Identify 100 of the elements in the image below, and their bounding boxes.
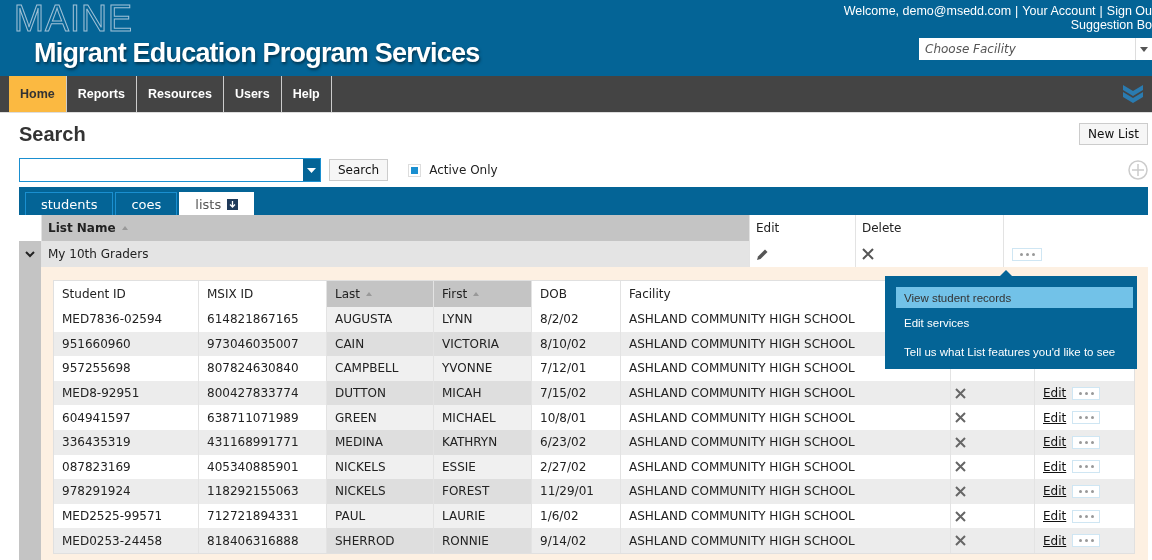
table-cell: ESSIE (433, 454, 531, 480)
table-cell-text: MED2525-99571 (61, 508, 164, 526)
column-header[interactable]: List Name (41, 215, 749, 241)
table-cell: KATHRYN (433, 429, 531, 455)
menu-item[interactable]: View student records (896, 287, 1133, 308)
table-cell: NICKELS (326, 479, 433, 504)
close-icon[interactable] (955, 535, 966, 547)
column-header: Delete (855, 215, 1003, 241)
table-cell: MEDINA (326, 429, 433, 455)
checkbox[interactable] (408, 163, 422, 177)
close-icon[interactable] (955, 387, 966, 399)
table-cell: SHERROD (326, 528, 433, 553)
table-cell: LYNN (433, 307, 531, 332)
edit-link[interactable]: Edit (1043, 386, 1067, 401)
table-cell: 9/14/02 (531, 528, 620, 553)
table-cell: ASHLAND COMMUNITY HIGH SCHOOL (620, 479, 950, 504)
table-cell: CAIN (326, 331, 433, 357)
table-cell: 11/29/01 (531, 479, 620, 504)
tab[interactable]: students (25, 192, 114, 215)
edit-link[interactable]: Edit (1043, 533, 1067, 548)
close-icon[interactable] (955, 510, 966, 522)
caret-icon (1140, 46, 1148, 52)
tab[interactable]: lists (179, 192, 255, 215)
more-button[interactable] (1072, 386, 1101, 400)
table-cell-text: 604941597 (61, 409, 132, 427)
table-cell: 431168991771 (198, 429, 326, 455)
page-title: Search (19, 122, 86, 146)
table-cell: CAMPBELL (326, 356, 433, 381)
close-icon[interactable] (955, 485, 966, 497)
nav-tab[interactable]: Reports (66, 76, 137, 112)
facility-field[interactable]: Choose Facility (919, 38, 1135, 60)
table-cell-text: 951660960 (61, 335, 132, 353)
search-button[interactable]: Search (329, 159, 389, 181)
separator-text: | (1099, 4, 1103, 18)
table-cell: NICKELS (326, 454, 433, 480)
table-cell: FOREST (433, 479, 531, 504)
table-cell: ASHLAND COMMUNITY HIGH SCHOOL (620, 429, 950, 455)
list-name-cell[interactable]: My 10th Graders (41, 241, 749, 267)
nav-tab[interactable]: Users (223, 76, 282, 112)
tab[interactable]: coes (115, 192, 178, 215)
table-cell: 807824630840 (198, 356, 326, 381)
table-cell-text: MED8-92951 (61, 385, 141, 403)
table-cell-text: MED7836-02594 (61, 311, 164, 329)
nav-tab[interactable]: Home (9, 76, 67, 112)
table-cell: VICTORIA (433, 331, 531, 357)
suggestion-link[interactable]: Suggestion Bo (1070, 18, 1152, 32)
table-cell: 638711071989 (198, 405, 326, 430)
edit-link[interactable]: Edit (1043, 459, 1067, 474)
column-header[interactable]: First (433, 281, 531, 307)
table-cell: MICAH (433, 380, 531, 406)
separator-text: | (1015, 4, 1019, 18)
welcome-text: Welcome, demo@msedd.com (843, 4, 1012, 18)
table-cell: 8/2/02 (531, 307, 620, 332)
expand-chevron-icon[interactable] (25, 250, 35, 258)
pencil-icon[interactable] (756, 247, 769, 261)
column-header: Edit (749, 215, 855, 241)
table-cell: ASHLAND COMMUNITY HIGH SCHOOL (620, 528, 950, 553)
table-cell: RONNIE (433, 528, 531, 553)
table-cell: YVONNE (433, 356, 531, 381)
header-link[interactable]: Your Account (1022, 4, 1096, 18)
dropdown-button[interactable] (1135, 38, 1152, 60)
more-button[interactable] (1072, 534, 1101, 548)
table-cell: 7/12/01 (531, 356, 620, 381)
more-button[interactable] (1072, 460, 1101, 474)
logo-outline-text: MAINE (14, 3, 133, 35)
column-header[interactable]: Last (326, 281, 433, 307)
table-cell-text: 978291924 (61, 483, 132, 501)
close-icon[interactable] (955, 412, 966, 424)
column-header[interactable]: Student ID (54, 281, 198, 307)
edit-link[interactable]: Edit (1043, 509, 1067, 524)
more-button[interactable] (1072, 411, 1101, 425)
edit-link[interactable]: Edit (1043, 435, 1067, 450)
more-button[interactable] (1072, 484, 1101, 498)
more-button[interactable] (1012, 247, 1042, 261)
search-field[interactable] (19, 158, 321, 182)
table-cell: PAUL (326, 503, 433, 529)
caret-icon (307, 167, 316, 173)
header-link[interactable]: Sign Ou (1106, 4, 1152, 18)
table-cell-text: 336435319 (61, 434, 132, 452)
table-cell: 118292155063 (198, 479, 326, 504)
table-cell: DUTTON (326, 380, 433, 406)
more-button[interactable] (1072, 435, 1101, 449)
close-icon[interactable] (955, 436, 966, 448)
table-cell-text: MED0253-24458 (61, 532, 164, 550)
table-cell: 6/23/02 (531, 429, 620, 455)
close-icon[interactable] (955, 461, 966, 473)
edit-link[interactable]: Edit (1043, 410, 1067, 425)
table-cell: MICHAEL (433, 405, 531, 430)
table-cell: 818406316888 (198, 528, 326, 553)
close-icon[interactable] (862, 248, 874, 260)
edit-link[interactable]: Edit (1043, 484, 1067, 499)
more-button[interactable] (1072, 509, 1101, 523)
new-list-button[interactable]: New List (1079, 123, 1148, 145)
table-cell-text: 957255698 (61, 360, 132, 378)
table-cell: 614821867165 (198, 307, 326, 332)
table-cell: 10/8/01 (531, 405, 620, 430)
table-cell: LAURIE (433, 503, 531, 529)
logo-title: Migrant Education Program Services (34, 37, 480, 69)
nav-tab[interactable]: Resources (136, 76, 224, 112)
nav-tab[interactable]: Help (281, 76, 332, 112)
